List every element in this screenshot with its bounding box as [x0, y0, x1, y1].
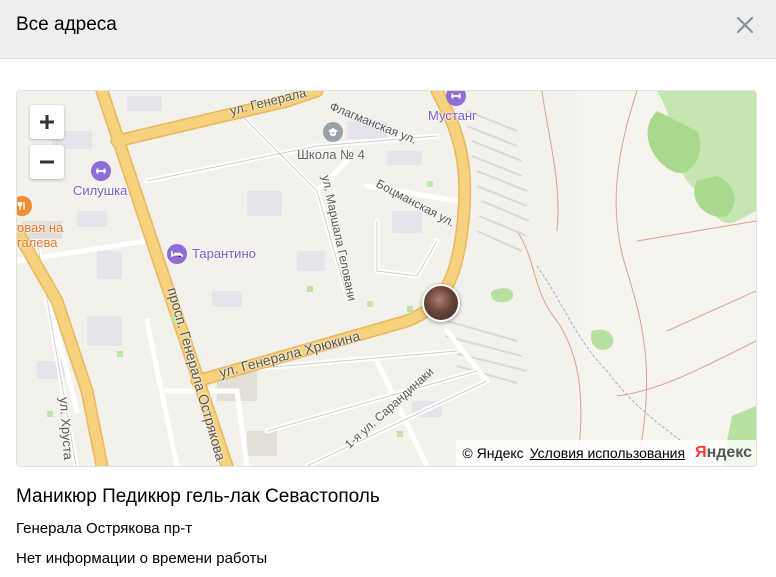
dialog-title: Все адреса: [16, 14, 117, 35]
poi-label-tarantino[interactable]: Тарантино: [192, 246, 256, 261]
school-icon[interactable]: [323, 122, 343, 142]
close-button[interactable]: [732, 12, 758, 38]
organization-hours: Нет информации о времени работы: [16, 550, 268, 567]
terms-link[interactable]: Условия использования: [530, 445, 685, 461]
organization-address: Генерала Острякова пр-т: [16, 520, 193, 537]
zoom-out-button[interactable]: [30, 145, 64, 179]
zoom-in-button[interactable]: [30, 105, 64, 139]
poi-label-silushka[interactable]: Силушка: [73, 183, 127, 198]
map-attribution: © Яндекс Условия использования Яндекс: [456, 440, 756, 466]
minus-icon: [40, 160, 54, 164]
fitness-icon[interactable]: [91, 161, 111, 181]
logo-letter: Я: [695, 444, 707, 461]
yandex-logo[interactable]: Яндекс: [695, 444, 752, 462]
logo-rest: ндекс: [706, 444, 752, 461]
location-marker[interactable]: [422, 284, 460, 322]
poi-label-mustang[interactable]: Мустанг: [428, 108, 477, 123]
bed-icon[interactable]: [167, 244, 187, 264]
map[interactable]: ул. Генерала Флагманская ул. Боцманская …: [16, 90, 757, 467]
close-icon: [736, 16, 754, 34]
poi-label-cafe[interactable]: овая на: [17, 220, 63, 235]
poi-label-cafe-2[interactable]: галева: [17, 235, 58, 250]
poi-label-school[interactable]: Школа № 4: [297, 147, 365, 162]
plus-icon: [40, 115, 54, 129]
dialog-header: Все адреса: [0, 0, 776, 59]
copyright-text: © Яндекс: [462, 445, 524, 461]
organization-name: Маникюр Педикюр гель-лак Севастополь: [16, 486, 380, 507]
